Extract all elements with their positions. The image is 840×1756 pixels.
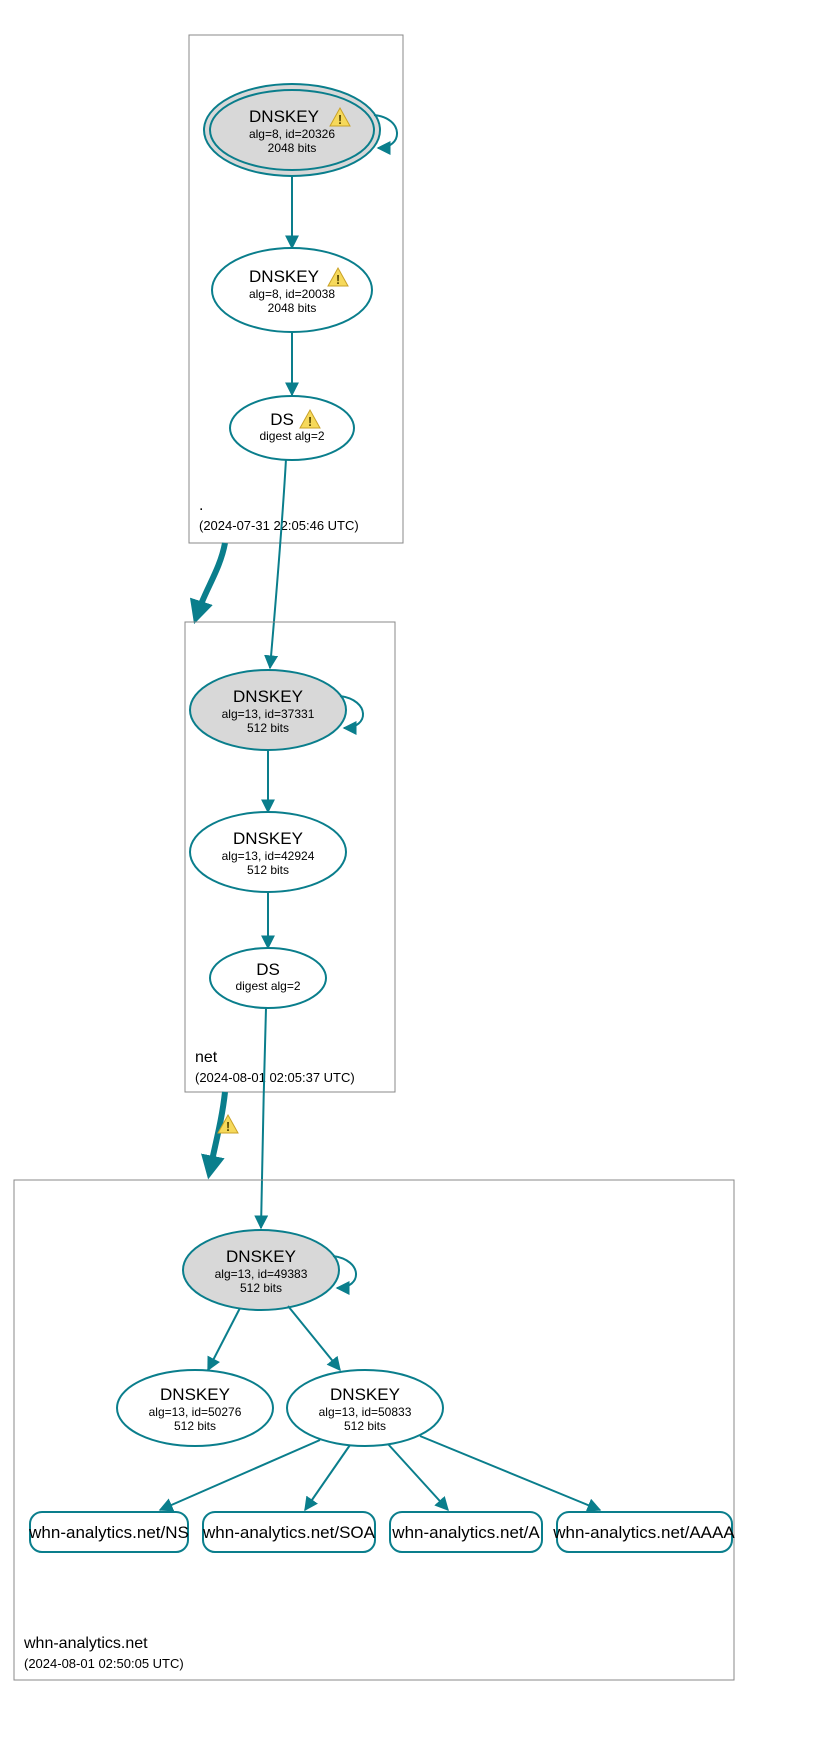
node-domain-ksk[interactable]: DNSKEY alg=13, id=49383 512 bits	[183, 1230, 339, 1310]
edge-zskb-to-ns	[160, 1440, 320, 1510]
rrset-ns-label: whn-analytics.net/NS	[28, 1523, 189, 1542]
root-ksk-line2: 2048 bits	[268, 141, 317, 155]
zone-domain: whn-analytics.net (2024-08-01 02:50:05 U…	[14, 1180, 735, 1680]
zone-root-timestamp: (2024-07-31 22:05:46 UTC)	[199, 518, 359, 533]
domain-zskb-title: DNSKEY	[330, 1385, 400, 1404]
edge-root-to-net-delegation	[197, 543, 225, 615]
zone-domain-timestamp: (2024-08-01 02:50:05 UTC)	[24, 1656, 184, 1671]
edge-domain-ksk-to-zska	[208, 1308, 240, 1370]
net-ds-title: DS	[256, 960, 280, 979]
rrset-aaaa[interactable]: whn-analytics.net/AAAA	[552, 1512, 735, 1552]
node-root-zsk[interactable]: DNSKEY alg=8, id=20038 2048 bits !	[212, 248, 372, 332]
rrset-a-label: whn-analytics.net/A	[391, 1523, 540, 1542]
domain-ksk-title: DNSKEY	[226, 1247, 296, 1266]
node-domain-zska[interactable]: DNSKEY alg=13, id=50276 512 bits	[117, 1370, 273, 1446]
domain-zskb-line2: 512 bits	[344, 1419, 386, 1433]
node-domain-zskb[interactable]: DNSKEY alg=13, id=50833 512 bits	[287, 1370, 443, 1446]
edge-domain-ksk-to-zskb	[288, 1306, 340, 1370]
domain-zska-line2: 512 bits	[174, 1419, 216, 1433]
net-zsk-line1: alg=13, id=42924	[222, 849, 315, 863]
node-net-ds[interactable]: DS digest alg=2	[210, 948, 326, 1008]
zone-root-name: .	[199, 497, 203, 514]
edge-root-ds-to-net-ksk	[270, 459, 286, 668]
edge-zskb-to-soa	[305, 1445, 350, 1510]
zone-net-name: net	[195, 1049, 218, 1066]
net-zsk-title: DNSKEY	[233, 829, 303, 848]
zone-root: . (2024-07-31 22:05:46 UTC) DNSKEY alg=8…	[189, 35, 403, 543]
root-zsk-line1: alg=8, id=20038	[249, 287, 335, 301]
svg-text:!: !	[336, 272, 340, 287]
node-net-ksk[interactable]: DNSKEY alg=13, id=37331 512 bits	[190, 670, 346, 750]
root-ds-line1: digest alg=2	[259, 429, 324, 443]
svg-text:!: !	[308, 414, 312, 429]
root-zsk-line2: 2048 bits	[268, 301, 317, 315]
net-ds-line1: digest alg=2	[235, 979, 300, 993]
node-root-ksk[interactable]: DNSKEY alg=8, id=20326 2048 bits !	[204, 84, 380, 176]
edge-zskb-to-a	[388, 1444, 448, 1510]
root-ksk-line1: alg=8, id=20326	[249, 127, 335, 141]
domain-zska-line1: alg=13, id=50276	[149, 1405, 242, 1419]
rrset-aaaa-label: whn-analytics.net/AAAA	[552, 1523, 735, 1542]
rrset-soa-label: whn-analytics.net/SOA	[202, 1523, 376, 1542]
root-ksk-title: DNSKEY	[249, 107, 319, 126]
net-zsk-line2: 512 bits	[247, 863, 289, 877]
net-ksk-line1: alg=13, id=37331	[222, 707, 315, 721]
net-ksk-title: DNSKEY	[233, 687, 303, 706]
edge-net-ds-to-domain-ksk	[261, 1008, 266, 1228]
svg-text:DS: DS	[270, 410, 294, 429]
edge-zskb-to-aaaa	[420, 1436, 600, 1510]
rrset-ns[interactable]: whn-analytics.net/NS	[28, 1512, 189, 1552]
net-ksk-line2: 512 bits	[247, 721, 289, 735]
root-ds-title: DS	[270, 410, 294, 429]
zone-net: net (2024-08-01 02:05:37 UTC) DNSKEY alg…	[185, 622, 395, 1092]
domain-zskb-line1: alg=13, id=50833	[319, 1405, 412, 1419]
zone-net-timestamp: (2024-08-01 02:05:37 UTC)	[195, 1070, 355, 1085]
svg-text:!: !	[226, 1119, 230, 1134]
domain-zska-title: DNSKEY	[160, 1385, 230, 1404]
zone-domain-name: whn-analytics.net	[23, 1635, 148, 1652]
svg-text:!: !	[338, 112, 342, 127]
svg-text:DNSKEY: DNSKEY	[249, 267, 319, 286]
node-root-ds[interactable]: DS digest alg=2 !	[230, 396, 354, 460]
domain-ksk-line2: 512 bits	[240, 1281, 282, 1295]
root-zsk-title: DNSKEY	[249, 267, 319, 286]
domain-ksk-line1: alg=13, id=49383	[215, 1267, 308, 1281]
svg-text:DNSKEY: DNSKEY	[249, 107, 319, 126]
rrset-a[interactable]: whn-analytics.net/A	[390, 1512, 542, 1552]
node-net-zsk[interactable]: DNSKEY alg=13, id=42924 512 bits	[190, 812, 346, 892]
rrset-soa[interactable]: whn-analytics.net/SOA	[202, 1512, 376, 1552]
